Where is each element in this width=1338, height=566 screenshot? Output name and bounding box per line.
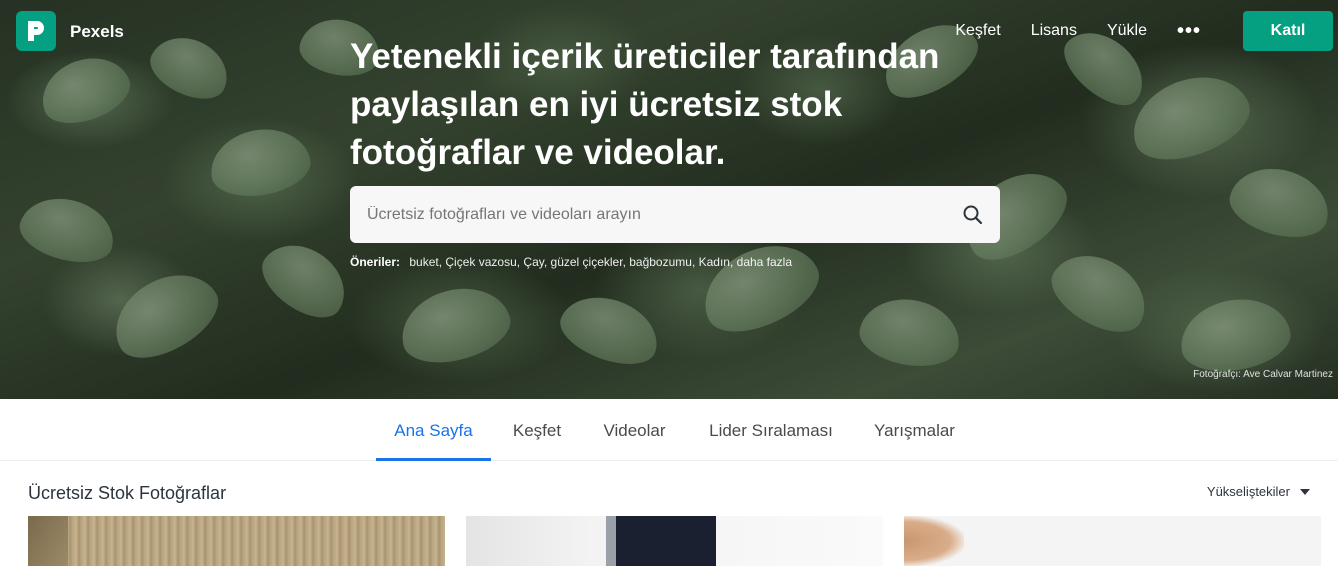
tab-home[interactable]: Ana Sayfa xyxy=(376,399,491,461)
brand-name[interactable]: Pexels xyxy=(70,22,124,42)
photo-detail xyxy=(616,516,716,566)
photo-detail xyxy=(904,516,964,566)
tab-explore[interactable]: Keşfet xyxy=(502,399,572,461)
photo-credit[interactable]: Fotoğrafçı: Ave Calvar Martinez xyxy=(1193,369,1333,380)
suggestion-links[interactable]: buket, Çiçek vazosu, Çay, güzel çiçekler… xyxy=(409,255,792,269)
hero-banner: Pexels Keşfet Lisans Yükle ••• Katıl Yet… xyxy=(0,0,1338,399)
chevron-down-icon xyxy=(1300,488,1310,495)
photo-detail xyxy=(606,516,616,566)
hero-headline: Yetenekli içerik üreticiler tarafından p… xyxy=(350,37,940,172)
search-input[interactable] xyxy=(350,186,950,243)
content-tabs: Ana Sayfa Keşfet Videolar Lider Sıralama… xyxy=(0,399,1338,461)
photo-card[interactable] xyxy=(466,516,883,566)
more-menu-icon[interactable]: ••• xyxy=(1177,20,1201,43)
photo-card[interactable] xyxy=(28,516,445,566)
search-bar xyxy=(350,186,1000,243)
sort-dropdown[interactable]: Yükselişteki­ler xyxy=(1207,484,1310,499)
nav-link-upload[interactable]: Yükle xyxy=(1107,22,1147,40)
section-title: Ücretsiz Stok Fotoğraflar xyxy=(28,483,227,503)
nav-links: Keşfet Lisans Yükle ••• Katıl xyxy=(955,10,1333,52)
tab-videos[interactable]: Videolar xyxy=(591,399,678,461)
search-icon[interactable] xyxy=(962,204,984,226)
tab-leaderboard[interactable]: Lider Sıralaması xyxy=(697,399,845,461)
nav-link-license[interactable]: Lisans xyxy=(1031,22,1077,40)
tab-challenges[interactable]: Yarışmalar xyxy=(863,399,966,461)
search-suggestions: Öneriler: buket, Çiçek vazosu, Çay, güze… xyxy=(350,255,792,269)
join-button[interactable]: Katıl xyxy=(1243,11,1333,51)
pexels-logo-icon[interactable] xyxy=(16,11,56,51)
photo-card[interactable] xyxy=(904,516,1321,566)
sort-label: Yükselişteki­ler xyxy=(1206,484,1290,499)
suggestions-label: Öneriler: xyxy=(350,255,401,269)
